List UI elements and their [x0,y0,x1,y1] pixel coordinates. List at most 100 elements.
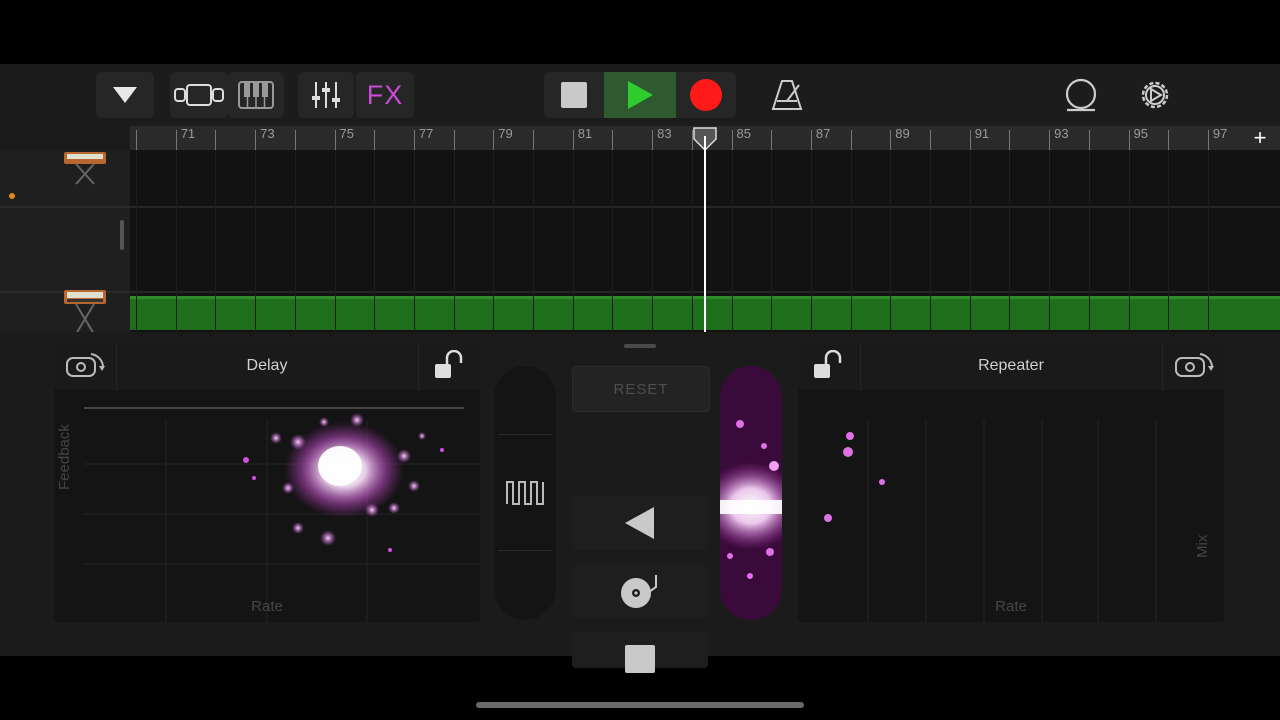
track-header-1[interactable] [62,150,108,191]
track-scrollbar[interactable] [120,220,124,250]
ruler-tick [1128,130,1130,150]
bar-gridline [969,150,971,332]
metronome-icon [771,80,803,110]
reverse-icon [625,507,654,539]
scratch-button[interactable] [572,564,708,618]
ruler-tick [1168,130,1170,150]
record-button[interactable] [676,72,736,118]
keyboard-icon [238,81,274,109]
xy-pad-repeater[interactable]: Mix Rate [798,390,1224,622]
garageband-app: FX 71 73 75 77 79 81 83 85 87 89 91 93 9… [0,64,1280,708]
bar-gridline [1207,150,1209,332]
ruler-tick [850,130,852,150]
bar-number: 89 [895,126,910,141]
ruler-tick [413,130,415,150]
fx-button[interactable]: FX [356,72,414,118]
bar-number: 83 [657,126,672,141]
bar-gridline [930,150,931,332]
playhead-line [704,136,706,332]
ruler-tick [572,130,574,150]
settings-icon [1141,81,1169,109]
ruler-tick [890,130,892,150]
reverse-button[interactable] [572,496,708,550]
ruler-tick [175,130,177,150]
ruler-tick [731,130,733,150]
bar-number: 79 [498,126,513,141]
filter-pill-left[interactable] [494,366,556,620]
bar-gridline [1049,150,1051,332]
bar-gridline [374,150,376,332]
reset-button[interactable]: RESET [572,366,710,412]
ruler-tick [969,130,971,150]
bar-gridline [175,150,177,332]
fx-select-button[interactable] [54,342,117,390]
bar-gridline [850,150,852,332]
bar-gridline [334,150,336,332]
bar-gridline [771,150,773,332]
fx-title: Repeater [978,357,1044,374]
panel-drag-handle[interactable] [624,344,656,348]
bar-gridline [1168,150,1170,332]
ruler-tick [374,130,376,150]
lock-button[interactable] [798,342,861,390]
bar-gridline [453,150,455,332]
bar-gridline [493,150,495,332]
bar-number: 93 [1054,126,1069,141]
ruler-tick [136,130,137,150]
bar-number: 91 [974,126,990,141]
bar-gridline [810,150,812,332]
keyboard-button[interactable] [228,72,284,118]
ruler-tick [1009,130,1011,150]
loop-browser-button[interactable] [1052,72,1110,118]
add-section-button[interactable]: + [1240,125,1280,150]
dropdown-button[interactable] [96,72,154,118]
metronome-button[interactable] [758,72,816,118]
ruler-tick [215,130,217,150]
ruler-tick [1049,130,1051,150]
bar-gridline [1088,150,1090,332]
filter-pill-right[interactable] [720,366,782,620]
bar-gridline [652,150,654,332]
fx-label: FX [366,79,404,110]
fx-pad-left: Delay Feedback Rate [54,342,480,622]
ruler-tick [255,130,257,150]
y-axis-label: Mix [1194,534,1211,558]
synth-icon [64,290,106,335]
tracks-view-button[interactable] [170,72,228,118]
fx-switch-icon [66,353,105,377]
bar-gridline [1009,150,1011,332]
bar-number: 77 [418,126,434,141]
bar-gridline [136,150,137,332]
ruler-tick [1207,130,1209,150]
stop-icon [561,82,587,108]
track-headers [0,150,130,388]
bar-gridline [1128,150,1130,332]
bar-gridline [413,150,415,332]
ruler-tick [453,130,455,150]
bar-gridline [890,150,892,332]
bar-number: 95 [1133,126,1148,141]
fx-title: Delay [246,357,288,374]
track-divider [0,206,130,208]
play-button[interactable] [604,72,676,118]
bar-gridline [215,150,217,332]
bar-number: 97 [1212,126,1228,141]
tape-stop-button[interactable] [572,632,708,673]
y-axis-label: Feedback [56,424,73,490]
x-axis-label: Rate [995,598,1027,615]
bar-number: 87 [815,126,831,141]
xy-pad-delay[interactable]: Feedback Rate [54,390,480,622]
bar-gridline [691,150,693,332]
fx-select-button[interactable] [1162,342,1224,390]
bar-number: 75 [339,126,354,141]
loop-icon [1065,78,1097,112]
bar-gridline [731,150,733,332]
stop-button[interactable] [544,72,604,118]
home-indicator[interactable] [476,702,804,708]
bar-number: 73 [260,126,275,141]
pad-grid-lines [84,407,480,622]
mixer-button[interactable] [298,72,354,118]
gate-waveform-icon [506,481,544,505]
settings-button[interactable] [1126,72,1184,118]
lock-button[interactable] [418,342,480,390]
